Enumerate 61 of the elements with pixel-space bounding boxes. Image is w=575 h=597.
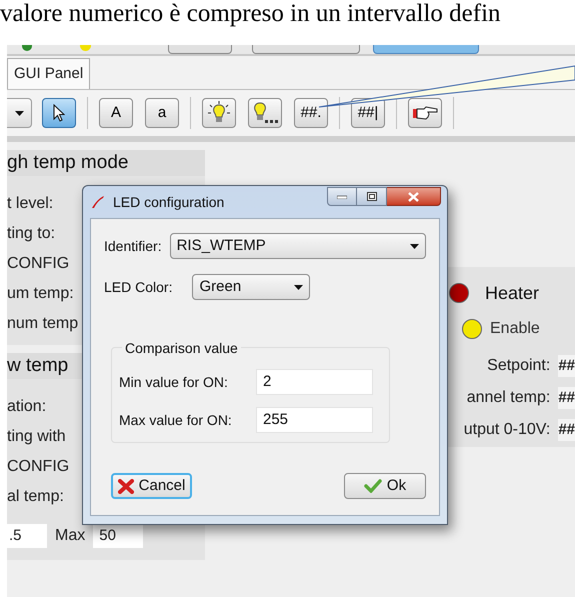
input-field[interactable]: .5	[7, 524, 47, 548]
field-label: ation:	[7, 397, 48, 417]
input-field[interactable]: 2	[256, 369, 373, 395]
cross-icon	[118, 478, 134, 494]
pointing-hand-icon	[412, 105, 438, 121]
watchdog-button[interactable]	[252, 45, 360, 54]
dropdown[interactable]: Green	[192, 274, 310, 300]
close-icon	[408, 192, 419, 202]
field-label: um temp:	[7, 284, 75, 304]
field-label: CONFIG	[7, 254, 70, 274]
lock-button[interactable]	[168, 45, 232, 54]
maximize-button[interactable]	[357, 187, 387, 206]
field-label: ting to:	[7, 224, 56, 244]
toolbar-button[interactable]: ##.	[294, 98, 328, 128]
led-label: Enable	[490, 319, 540, 339]
field-label: t level:	[7, 194, 54, 214]
field-label: LED Color:	[104, 278, 172, 296]
field-label: Max value for ON:	[119, 410, 233, 430]
tab[interactable]: GUI Panel	[7, 58, 90, 89]
input-field[interactable]: 255	[256, 407, 373, 433]
check-icon	[364, 479, 382, 493]
cancel-button[interactable]: Cancel	[111, 473, 192, 499]
dropdown[interactable]: RIS_WTEMP	[170, 233, 426, 259]
window-title: LED configuration	[113, 192, 224, 212]
toolbar-button[interactable]: a	[145, 98, 179, 128]
field-label: annel temp:	[466, 388, 550, 408]
light-bulb-icon	[252, 101, 278, 125]
toolbar-button[interactable]: A	[99, 98, 133, 128]
document-text: valore numerico è compreso in un intervallo defin	[0, 0, 502, 28]
dropdown[interactable]	[7, 98, 32, 128]
ok-button[interactable]: Ok	[344, 473, 426, 499]
status-icon	[22, 45, 32, 51]
value-display: ##	[558, 386, 575, 410]
caret-icon	[14, 110, 24, 116]
value-display: ##	[558, 354, 575, 378]
field-label: ting with	[7, 427, 67, 447]
field-label: utput 0-10V:	[464, 420, 550, 440]
app-logo-icon	[91, 195, 105, 209]
field-label: Identifier:	[104, 236, 162, 256]
input-field[interactable]: 50	[93, 524, 144, 548]
toolbar-button[interactable]	[408, 98, 442, 128]
caret-icon	[410, 244, 419, 248]
field-label: Setpoint:	[487, 356, 550, 376]
close-button[interactable]	[387, 187, 441, 206]
field-label: al temp:	[7, 487, 65, 507]
minimize-button[interactable]	[327, 187, 357, 206]
pointer-icon	[53, 104, 65, 122]
toolbar-button[interactable]	[248, 98, 282, 128]
light-bulb-icon	[207, 101, 231, 125]
maximize-icon	[366, 192, 376, 201]
field-label: CONFIG	[7, 457, 70, 477]
pointer-button[interactable]	[42, 98, 76, 128]
field-label: num temp	[7, 314, 80, 334]
value-display: ##	[558, 418, 575, 442]
status-icon	[80, 45, 91, 51]
led-label: Heater	[485, 282, 540, 304]
section-title: gh temp mode	[7, 150, 205, 176]
caret-icon	[294, 284, 304, 290]
toolbar-button[interactable]	[202, 98, 236, 128]
field-label: Max	[55, 526, 86, 546]
minimize-icon	[337, 194, 347, 198]
